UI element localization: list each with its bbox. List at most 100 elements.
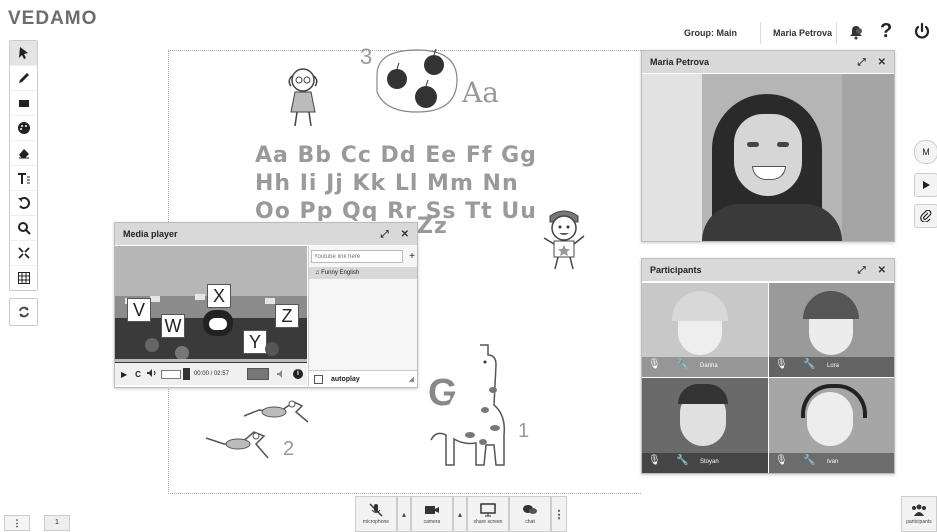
video-letter-card: V [127,298,151,322]
giraffe-doodle [425,340,525,475]
microphone-icon [369,503,383,517]
wrench-icon[interactable]: 🔧 [803,455,815,466]
play-icon[interactable]: ▶ [121,370,127,379]
rectangle-icon[interactable] [10,91,37,116]
page-menu-button[interactable]: ⋮ [4,515,30,531]
media-time: 00:00 / 02:57 [193,371,229,377]
eraser-icon[interactable] [10,141,37,166]
camera-button[interactable]: camera [411,496,453,532]
add-link-button[interactable]: + [409,251,415,262]
play-icon [923,181,930,189]
chat-label: chat [525,519,535,525]
participants-titlebar[interactable]: Participants ⤢ ✕ [642,259,894,281]
close-icon[interactable]: ✕ [878,57,886,68]
teacher-video-feed [642,74,894,241]
wrench-icon[interactable]: 🔧 [676,455,688,466]
more-options-button[interactable]: ⋮ [551,496,567,532]
mic-icon[interactable]: 🎙 [648,359,661,370]
media-progress-bar[interactable] [115,359,307,362]
seek-handle[interactable] [182,368,190,380]
participant-tile[interactable]: 🎙 🔧 Darina [642,283,768,377]
playlist-item-label: Funny English [321,270,360,276]
video-letter-card: X [207,284,231,308]
participant-name: Lora [827,363,840,369]
fit-icon[interactable] [10,241,37,266]
alphabet-row: Hh Ii Jj Kk Ll Mm Nn [255,171,519,196]
chat-icon [523,505,537,514]
mic-icon[interactable]: 🎙 [775,455,788,466]
number-two: 2 [283,438,295,460]
header-divider [836,22,837,44]
quality-icon[interactable] [246,368,269,380]
caret-up-icon: ▴ [401,509,406,519]
participants-window: Participants ⤢ ✕ 🎙 🔧 Darina 🎙 🔧 Lora 🎙 🔧… [641,258,895,474]
pointer-icon[interactable] [10,41,37,66]
alphabet-zz: Zz [417,214,448,239]
letters-aa: Aa [462,76,499,109]
text-icon[interactable] [10,166,37,191]
user-name[interactable]: Maria Petrova [773,28,832,38]
audio-icon[interactable] [276,370,287,378]
participant-name: Ivan [827,459,839,465]
help-icon[interactable]: ? [880,20,892,43]
alphabet-row: Oo Pp Qq Rr Ss Tt Uu [255,199,537,221]
group-label[interactable]: Group: Main [684,28,737,38]
participants-button[interactable]: participants [901,496,937,532]
mic-icon[interactable]: 🎙 [775,359,788,370]
grid-icon[interactable] [10,266,37,290]
microphone-options-button[interactable]: ▴ [397,496,411,532]
expand-icon[interactable]: ⤢ [381,229,389,240]
refresh-button[interactable] [9,298,38,326]
video-letter-card: W [161,314,185,338]
close-icon[interactable]: ✕ [878,265,886,276]
playlist-panel: + ♫ Funny English autoplay ◢ [308,246,417,387]
undo-icon[interactable] [10,191,37,216]
kebab-icon: ⋮ [553,508,565,521]
vedamo-logo: VEDAMO [8,8,98,29]
caret-up-icon: ▴ [457,509,462,519]
bell-icon[interactable] [848,24,864,40]
video-letter-card: Y [243,330,267,354]
participant-tile[interactable]: 🎙 🔧 Stoyan [642,378,768,473]
palette-icon[interactable] [10,116,37,141]
expand-icon[interactable]: ⤢ [858,57,866,68]
chat-button[interactable]: chat [509,496,551,532]
power-icon[interactable] [913,22,931,40]
wrench-icon[interactable]: 🔧 [676,359,688,370]
monitor-icon [480,503,496,517]
autoplay-checkbox[interactable] [314,374,323,384]
media-player-titlebar[interactable]: Media player ⤢ ✕ [115,223,417,245]
info-icon[interactable]: i [292,369,303,379]
playlist-item[interactable]: ♫ Funny English [309,267,417,279]
teacher-face [734,114,802,196]
expand-panel-button[interactable] [914,173,937,197]
expand-icon[interactable]: ⤢ [858,265,866,276]
youtube-link-input[interactable] [311,250,404,263]
refresh-icon [18,306,29,318]
teacher-video-titlebar[interactable]: Maria Petrova ⤢ ✕ [642,51,894,73]
resize-handle-icon[interactable]: ◢ [409,375,414,383]
share-screen-button[interactable]: share screen [467,496,509,532]
repeat-icon[interactable]: C [135,370,141,379]
alphabet-row: Aa Bb Cc Dd Ee Ff Gg [255,143,537,168]
wrench-icon[interactable]: 🔧 [803,359,815,370]
camera-options-button[interactable]: ▴ [453,496,467,532]
participant-tile[interactable]: 🎙 🔧 Lora [769,283,894,377]
microphone-button[interactable]: microphone [355,496,397,532]
mic-icon[interactable]: 🎙 [648,455,661,466]
group-icon [912,504,926,516]
pen-icon[interactable] [10,66,37,91]
media-player-title: Media player [123,229,178,239]
media-video-area[interactable]: V W X Y Z [115,246,307,367]
attachment-button[interactable] [914,204,937,228]
camera-icon [425,506,439,514]
zoom-icon[interactable] [10,216,37,241]
volume-slider[interactable] [160,369,181,379]
girl-doodle [283,64,323,135]
frog-doodle [204,426,274,467]
user-avatar[interactable]: M [914,140,937,164]
participant-tile[interactable]: 🎙 🔧 Ivan [769,378,894,473]
close-icon[interactable]: ✕ [401,229,409,240]
page-number-tab[interactable]: 1 [44,515,70,531]
volume-icon[interactable] [146,369,157,379]
